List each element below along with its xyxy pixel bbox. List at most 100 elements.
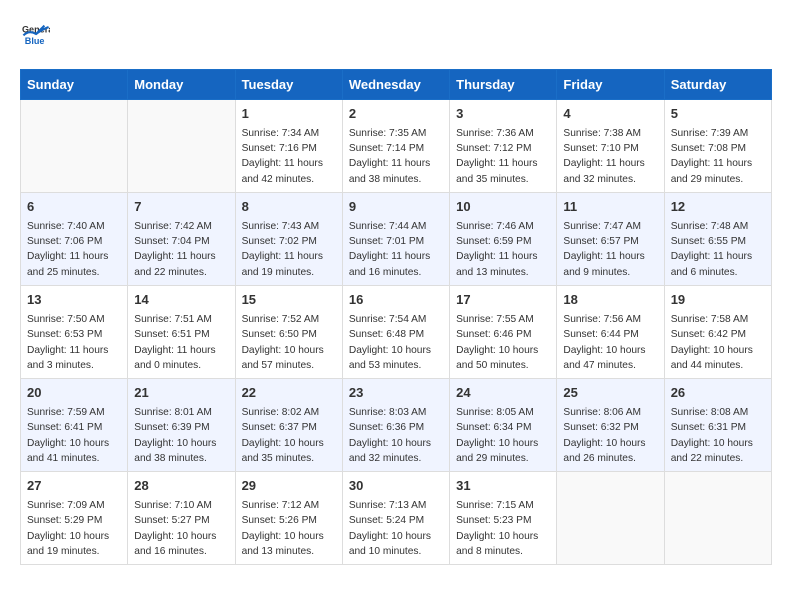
day-of-week-header: Tuesday	[235, 70, 342, 100]
day-info: Sunrise: 7:12 AMSunset: 5:26 PMDaylight:…	[242, 498, 336, 559]
day-info: Sunrise: 7:52 AMSunset: 6:50 PMDaylight:…	[242, 312, 336, 373]
calendar-day-cell: 2 Sunrise: 7:35 AMSunset: 7:14 PMDaylight…	[342, 100, 449, 193]
calendar-header-row: SundayMondayTuesdayWednesdayThursdayFrid…	[21, 70, 772, 100]
day-number: 1	[242, 105, 336, 124]
day-number: 27	[27, 477, 121, 496]
day-number: 26	[671, 384, 765, 403]
calendar-day-cell: 6Sunrise: 7:40 AMSunset: 7:06 PMDaylight…	[21, 193, 128, 286]
day-number: 31	[456, 477, 550, 496]
day-info: Sunrise: 8:08 AMSunset: 6:31 PMDaylight:…	[671, 405, 765, 466]
day-number: 21	[134, 384, 228, 403]
calendar-day-cell: 24 Sunrise: 8:05 AMSunset: 6:34 PMDayligh…	[450, 379, 557, 472]
day-info: Sunrise: 7:39 AMSunset: 7:08 PMDaylight:…	[671, 126, 765, 187]
calendar-day-cell: 15 Sunrise: 7:52 AMSunset: 6:50 PMDayligh…	[235, 286, 342, 379]
day-number: 19	[671, 291, 765, 310]
day-info: Sunrise: 7:38 AMSunset: 7:10 PMDaylight:…	[563, 126, 657, 187]
calendar-day-cell: 3 Sunrise: 7:36 AMSunset: 7:12 PMDaylight…	[450, 100, 557, 193]
day-of-week-header: Monday	[128, 70, 235, 100]
calendar-day-cell: 21 Sunrise: 8:01 AMSunset: 6:39 PMDayligh…	[128, 379, 235, 472]
day-of-week-header: Saturday	[664, 70, 771, 100]
day-info: Sunrise: 7:56 AMSunset: 6:44 PMDaylight:…	[563, 312, 657, 373]
day-number: 29	[242, 477, 336, 496]
calendar-day-cell: 20 Sunrise: 7:59 AMSunset: 6:41 PMDayligh…	[21, 379, 128, 472]
day-info: Sunrise: 7:40 AMSunset: 7:06 PMDaylight:…	[27, 219, 121, 280]
day-number: 11	[563, 198, 657, 217]
calendar-day-cell: 29 Sunrise: 7:12 AMSunset: 5:26 PMDayligh…	[235, 472, 342, 565]
calendar-day-cell	[128, 100, 235, 193]
logo-graphic: General Blue	[20, 20, 50, 53]
day-info: Sunrise: 7:50 AMSunset: 6:53 PMDaylight:…	[27, 312, 121, 373]
day-number: 24	[456, 384, 550, 403]
calendar-day-cell: 8 Sunrise: 7:43 AMSunset: 7:02 PMDaylight…	[235, 193, 342, 286]
day-info: Sunrise: 7:58 AMSunset: 6:42 PMDaylight:…	[671, 312, 765, 373]
calendar-day-cell	[21, 100, 128, 193]
calendar-day-cell: 12 Sunrise: 7:48 AMSunset: 6:55 PMDayligh…	[664, 193, 771, 286]
day-info: Sunrise: 7:10 AMSunset: 5:27 PMDaylight:…	[134, 498, 228, 559]
calendar-week-row: 13Sunrise: 7:50 AMSunset: 6:53 PMDayligh…	[21, 286, 772, 379]
calendar-day-cell: 16Sunrise: 7:54 AMSunset: 6:48 PMDayligh…	[342, 286, 449, 379]
calendar-day-cell: 11Sunrise: 7:47 AMSunset: 6:57 PMDayligh…	[557, 193, 664, 286]
day-info: Sunrise: 7:15 AMSunset: 5:23 PMDaylight:…	[456, 498, 550, 559]
day-info: Sunrise: 8:03 AMSunset: 6:36 PMDaylight:…	[349, 405, 443, 466]
day-info: Sunrise: 7:34 AMSunset: 7:16 PMDaylight:…	[242, 126, 336, 187]
calendar-day-cell: 18 Sunrise: 7:56 AMSunset: 6:44 PMDayligh…	[557, 286, 664, 379]
day-number: 2	[349, 105, 443, 124]
day-number: 28	[134, 477, 228, 496]
calendar-day-cell: 5 Sunrise: 7:39 AMSunset: 7:08 PMDaylight…	[664, 100, 771, 193]
calendar-day-cell: 23Sunrise: 8:03 AMSunset: 6:36 PMDayligh…	[342, 379, 449, 472]
day-number: 22	[242, 384, 336, 403]
day-info: Sunrise: 7:42 AMSunset: 7:04 PMDaylight:…	[134, 219, 228, 280]
calendar-day-cell: 17 Sunrise: 7:55 AMSunset: 6:46 PMDayligh…	[450, 286, 557, 379]
calendar-day-cell: 9 Sunrise: 7:44 AMSunset: 7:01 PMDaylight…	[342, 193, 449, 286]
day-info: Sunrise: 8:01 AMSunset: 6:39 PMDaylight:…	[134, 405, 228, 466]
day-number: 10	[456, 198, 550, 217]
day-of-week-header: Sunday	[21, 70, 128, 100]
day-info: Sunrise: 7:35 AMSunset: 7:14 PMDaylight:…	[349, 126, 443, 187]
logo: General Blue	[20, 20, 50, 53]
calendar-table: SundayMondayTuesdayWednesdayThursdayFrid…	[20, 69, 772, 565]
day-number: 25	[563, 384, 657, 403]
day-info: Sunrise: 7:36 AMSunset: 7:12 PMDaylight:…	[456, 126, 550, 187]
day-info: Sunrise: 7:54 AMSunset: 6:48 PMDaylight:…	[349, 312, 443, 373]
day-number: 4	[563, 105, 657, 124]
calendar-week-row: 6Sunrise: 7:40 AMSunset: 7:06 PMDaylight…	[21, 193, 772, 286]
calendar-day-cell: 30 Sunrise: 7:13 AMSunset: 5:24 PMDayligh…	[342, 472, 449, 565]
day-info: Sunrise: 7:59 AMSunset: 6:41 PMDaylight:…	[27, 405, 121, 466]
day-number: 5	[671, 105, 765, 124]
day-info: Sunrise: 7:48 AMSunset: 6:55 PMDaylight:…	[671, 219, 765, 280]
day-number: 12	[671, 198, 765, 217]
day-number: 17	[456, 291, 550, 310]
day-number: 14	[134, 291, 228, 310]
day-of-week-header: Thursday	[450, 70, 557, 100]
day-info: Sunrise: 8:05 AMSunset: 6:34 PMDaylight:…	[456, 405, 550, 466]
calendar-day-cell: 25Sunrise: 8:06 AMSunset: 6:32 PMDayligh…	[557, 379, 664, 472]
calendar-week-row: 27Sunrise: 7:09 AMSunset: 5:29 PMDayligh…	[21, 472, 772, 565]
calendar-day-cell: 13Sunrise: 7:50 AMSunset: 6:53 PMDayligh…	[21, 286, 128, 379]
day-number: 7	[134, 198, 228, 217]
calendar-day-cell: 19 Sunrise: 7:58 AMSunset: 6:42 PMDayligh…	[664, 286, 771, 379]
day-of-week-header: Wednesday	[342, 70, 449, 100]
calendar-week-row: 1 Sunrise: 7:34 AMSunset: 7:16 PMDaylight…	[21, 100, 772, 193]
calendar-day-cell: 26 Sunrise: 8:08 AMSunset: 6:31 PMDayligh…	[664, 379, 771, 472]
calendar-day-cell: 1 Sunrise: 7:34 AMSunset: 7:16 PMDaylight…	[235, 100, 342, 193]
day-info: Sunrise: 7:46 AMSunset: 6:59 PMDaylight:…	[456, 219, 550, 280]
calendar-day-cell: 22Sunrise: 8:02 AMSunset: 6:37 PMDayligh…	[235, 379, 342, 472]
day-info: Sunrise: 7:44 AMSunset: 7:01 PMDaylight:…	[349, 219, 443, 280]
calendar-week-row: 20 Sunrise: 7:59 AMSunset: 6:41 PMDayligh…	[21, 379, 772, 472]
calendar-day-cell: 7 Sunrise: 7:42 AMSunset: 7:04 PMDaylight…	[128, 193, 235, 286]
day-number: 3	[456, 105, 550, 124]
day-info: Sunrise: 7:43 AMSunset: 7:02 PMDaylight:…	[242, 219, 336, 280]
calendar-day-cell: 28 Sunrise: 7:10 AMSunset: 5:27 PMDayligh…	[128, 472, 235, 565]
day-number: 9	[349, 198, 443, 217]
day-number: 18	[563, 291, 657, 310]
day-number: 15	[242, 291, 336, 310]
day-info: Sunrise: 7:55 AMSunset: 6:46 PMDaylight:…	[456, 312, 550, 373]
day-of-week-header: Friday	[557, 70, 664, 100]
day-info: Sunrise: 7:13 AMSunset: 5:24 PMDaylight:…	[349, 498, 443, 559]
day-number: 30	[349, 477, 443, 496]
svg-text:Blue: Blue	[25, 36, 45, 46]
day-number: 8	[242, 198, 336, 217]
calendar-day-cell: 4 Sunrise: 7:38 AMSunset: 7:10 PMDaylight…	[557, 100, 664, 193]
calendar-day-cell: 10 Sunrise: 7:46 AMSunset: 6:59 PMDayligh…	[450, 193, 557, 286]
day-number: 20	[27, 384, 121, 403]
